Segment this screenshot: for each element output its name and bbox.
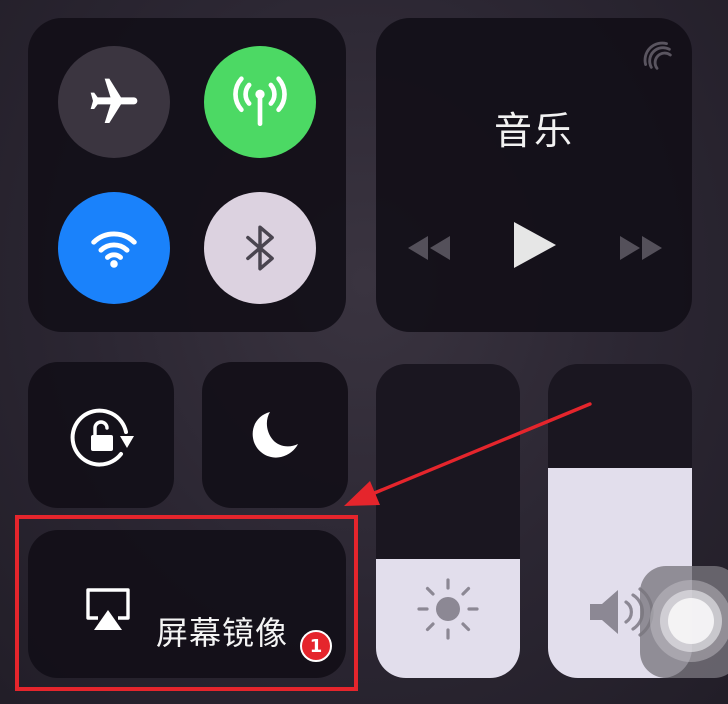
annotation-arrow [344,402,592,506]
assistive-touch-button[interactable] [640,566,728,678]
assistive-touch-ring-inner [668,598,714,644]
